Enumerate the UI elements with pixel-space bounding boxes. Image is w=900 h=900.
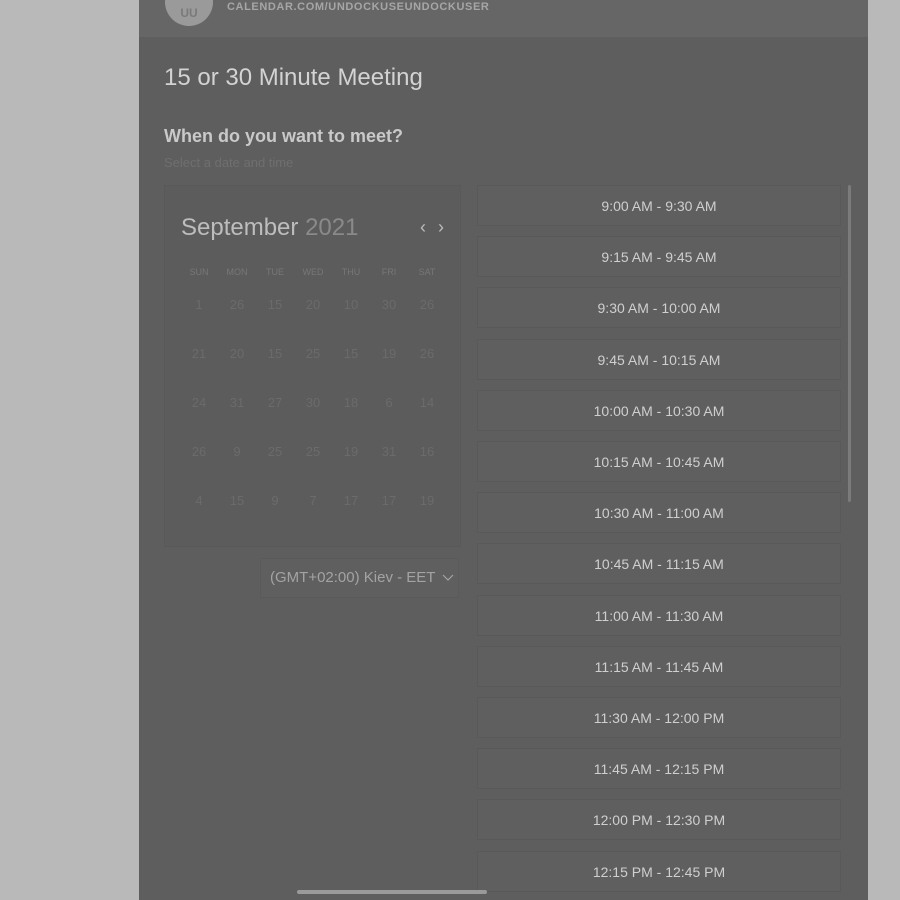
calendar-day: 19: [381, 346, 397, 361]
calendar-day: 30: [305, 395, 321, 410]
weekday-label: MON: [226, 267, 248, 277]
calendar-day: 30: [381, 297, 397, 312]
time-slot-button[interactable]: 11:00 AM - 11:30 AM: [477, 594, 841, 636]
calendar-day: 31: [381, 444, 397, 459]
year-label: 2021: [305, 214, 359, 241]
time-slot-button[interactable]: 12:00 PM - 12:30 PM: [477, 799, 841, 841]
time-slot-button[interactable]: 9:30 AM - 10:00 AM: [477, 287, 841, 329]
time-slot-button[interactable]: 11:30 AM - 12:00 PM: [477, 697, 841, 738]
calendar-day: 15: [267, 346, 283, 361]
weekday-label: TUE: [266, 267, 284, 277]
home-indicator: [297, 890, 487, 894]
calendar-day: 16: [419, 444, 435, 459]
calendar-url[interactable]: CALENDAR.COM/UNDOCKUSEUNDOCKUSER: [227, 1, 489, 13]
weekday-label: SUN: [189, 267, 209, 277]
time-slot-button[interactable]: 10:15 AM - 10:45 AM: [477, 441, 841, 482]
calendar-day: 9: [271, 493, 279, 508]
calendar-day: 7: [309, 493, 317, 508]
chevron-down-icon: [442, 574, 454, 581]
time-slot-button[interactable]: 10:45 AM - 11:15 AM: [477, 543, 841, 585]
weekday-label: SAT: [418, 267, 436, 277]
calendar-day: 20: [229, 346, 245, 361]
header-bar: UU CALENDAR.COM/UNDOCKUSEUNDOCKUSER: [139, 0, 868, 37]
calendar-day: 17: [343, 493, 359, 508]
weekday-label: WED: [302, 267, 324, 277]
calendar-day: 17: [381, 493, 397, 508]
chevron-left-icon[interactable]: ‹: [420, 218, 426, 236]
booking-panel: UU CALENDAR.COM/UNDOCKUSEUNDOCKUSER 15 o…: [139, 0, 868, 900]
calendar-day: 6: [385, 395, 393, 410]
calendar-day: 24: [191, 395, 207, 410]
date-time-prompt: Select a date and time: [164, 155, 294, 170]
calendar-day: 25: [305, 346, 321, 361]
month-label: September: [181, 214, 299, 241]
calendar-day: 15: [343, 346, 359, 361]
weekday-label: THU: [341, 267, 361, 277]
calendar-day: 26: [191, 444, 207, 459]
calendar-day: 25: [267, 444, 283, 459]
time-slot-button[interactable]: 11:45 AM - 12:15 PM: [477, 748, 841, 790]
calendar-day: 1: [195, 297, 203, 312]
calendar-card: September 2021 ‹ › SUN MON TUE WED THU FRI SAT…: [164, 185, 461, 547]
calendar-day: 15: [267, 297, 283, 312]
meeting-question: When do you want to meet?: [164, 126, 403, 146]
time-slot-button[interactable]: 10:30 AM - 11:00 AM: [477, 492, 841, 534]
calendar-day: 19: [343, 444, 359, 459]
time-slot-button[interactable]: 12:15 PM - 12:45 PM: [477, 850, 841, 892]
calendar-day: 21: [191, 346, 207, 361]
month-year-label: September 2021: [181, 214, 358, 242]
calendar-day: 25: [305, 444, 321, 459]
calendar-day: 26: [419, 346, 435, 361]
calendar-day: 20: [305, 297, 321, 312]
calendar-day: 31: [229, 395, 245, 410]
meeting-title: 15 or 30 Minute Meeting: [164, 64, 423, 91]
calendar-day: 26: [419, 297, 435, 312]
calendar-day: 27: [267, 395, 283, 410]
time-slot-button[interactable]: 9:00 AM - 9:30 AM: [477, 185, 841, 226]
calendar-day: 14: [419, 395, 435, 410]
calendar-day: 10: [343, 297, 359, 312]
time-slot-button[interactable]: 11:15 AM - 11:45 AM: [477, 645, 841, 687]
calendar-day: 26: [229, 297, 245, 312]
time-slot-button[interactable]: 9:15 AM - 9:45 AM: [477, 236, 841, 278]
time-slot-button[interactable]: 9:45 AM - 10:15 AM: [477, 338, 841, 380]
timezone-select[interactable]: (GMT+02:00) Kiev - EET: [260, 558, 459, 598]
calendar-day: 15: [229, 493, 245, 508]
timezone-label: (GMT+02:00) Kiev - EET: [270, 569, 436, 586]
calendar-day: 18: [343, 395, 359, 410]
calendar-day: 4: [195, 493, 203, 508]
calendar-day: 19: [419, 493, 435, 508]
time-slot-list: 9:00 AM - 9:30 AM 9:15 AM - 9:45 AM 9:30 A…: [477, 184, 843, 900]
calendar-day: 9: [233, 444, 241, 459]
scrollbar[interactable]: [848, 185, 851, 502]
avatar: UU: [165, 0, 213, 26]
chevron-right-icon[interactable]: ›: [438, 218, 444, 236]
weekday-label: FRI: [381, 267, 397, 277]
time-slot-button[interactable]: 10:00 AM - 10:30 AM: [477, 389, 841, 431]
